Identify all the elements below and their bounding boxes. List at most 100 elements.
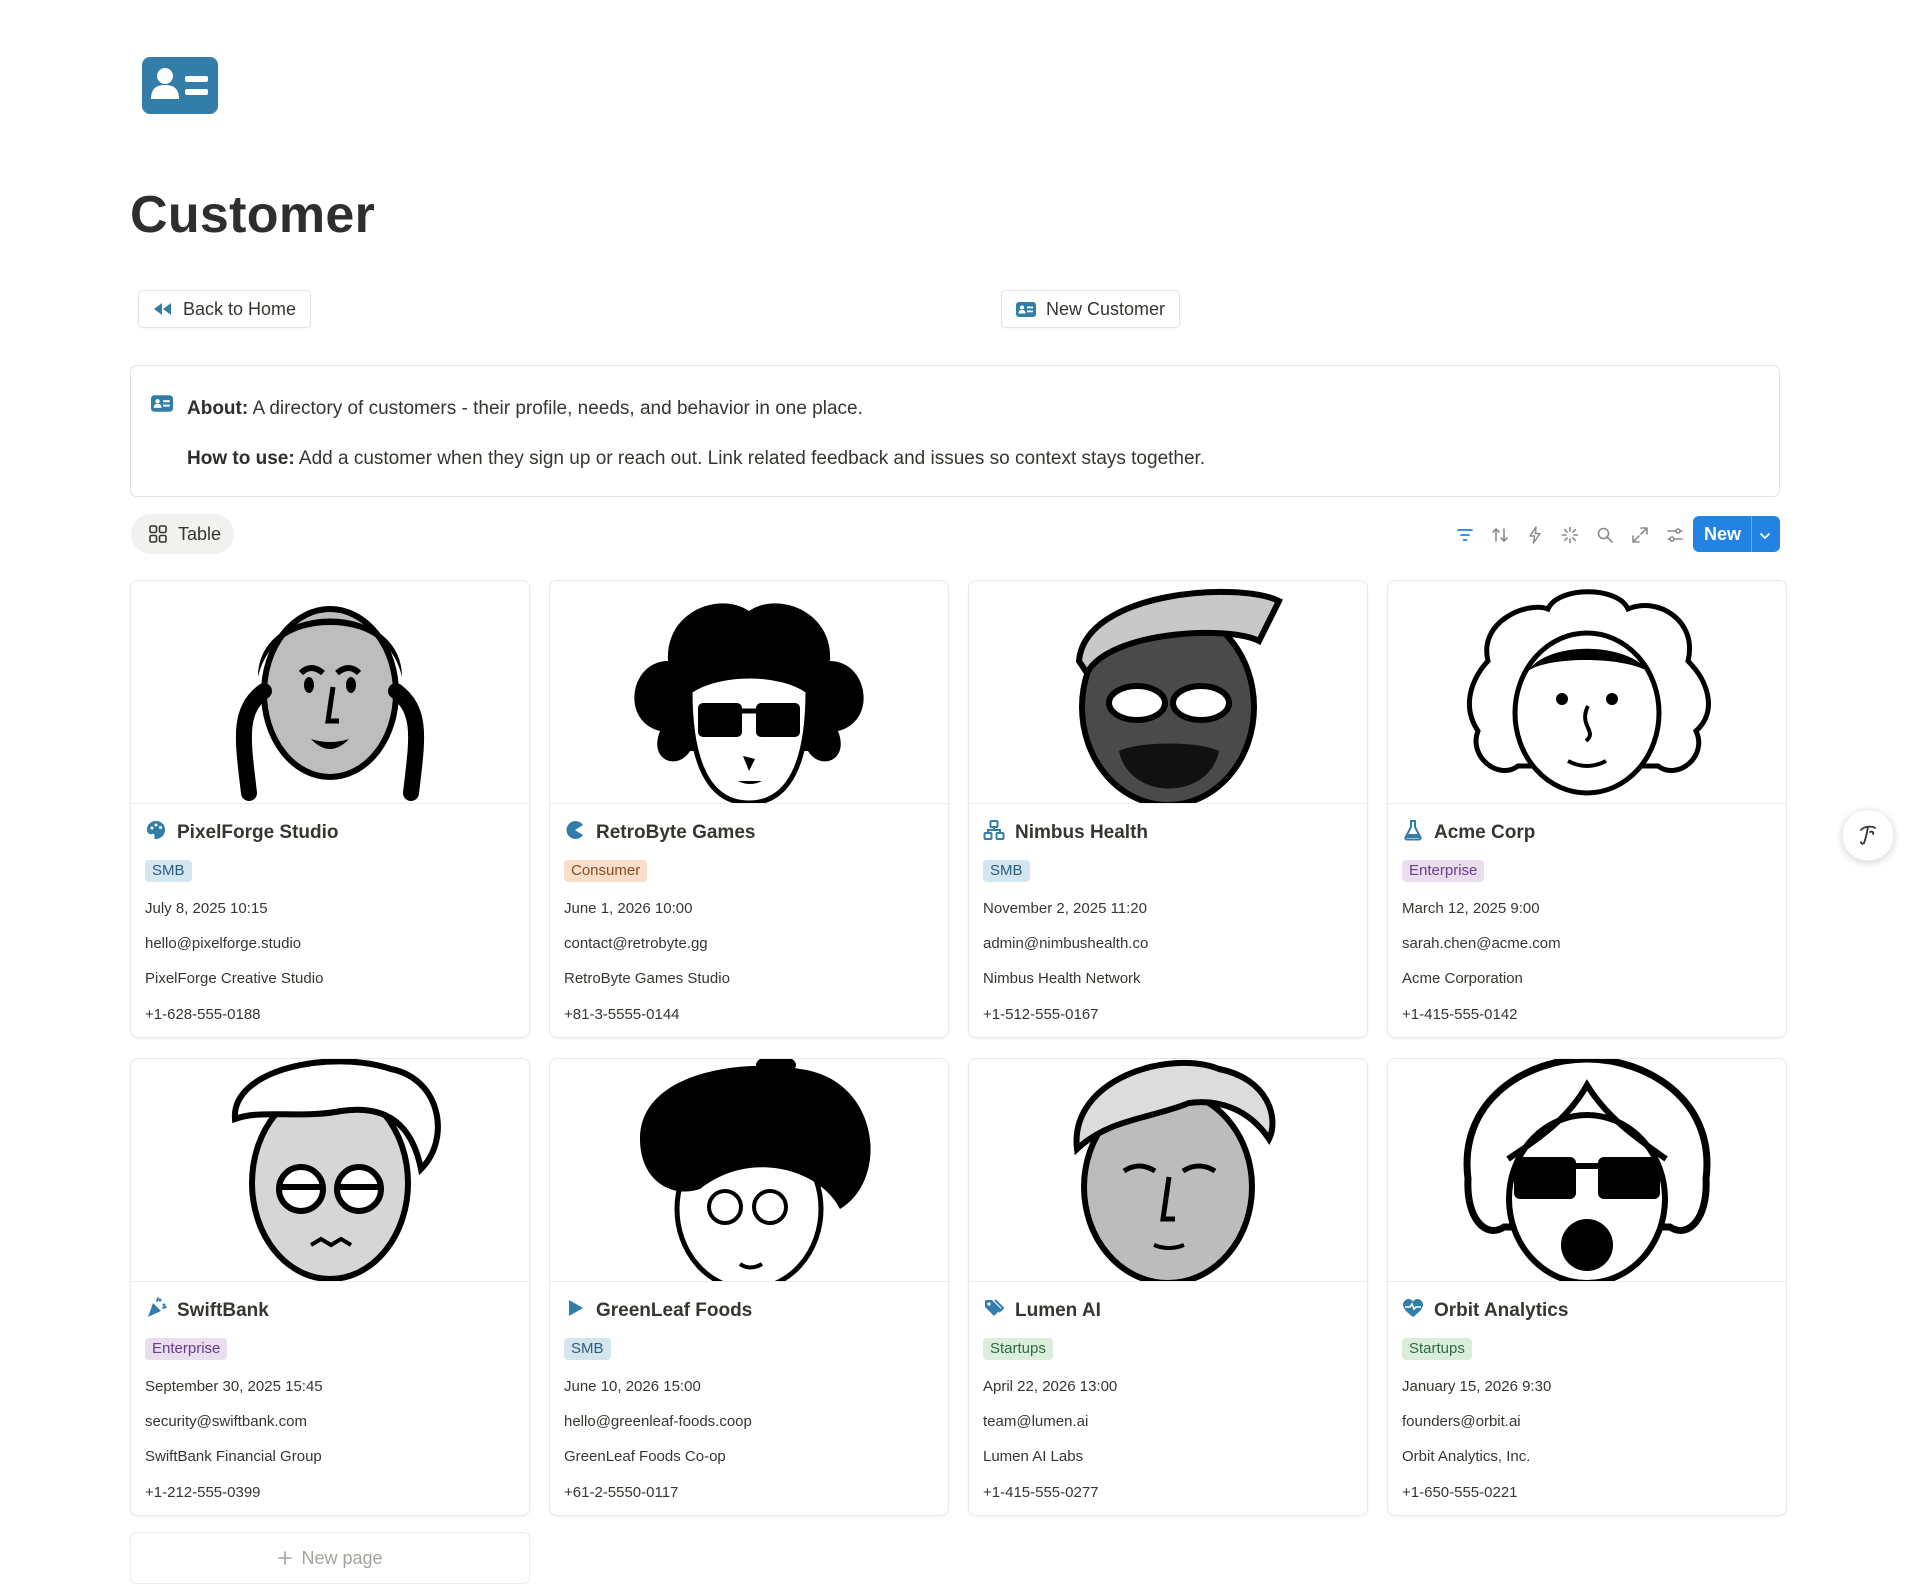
- contact-card-icon: [151, 68, 208, 99]
- party-popper-icon: [145, 1297, 167, 1324]
- about-label: About:: [187, 398, 249, 419]
- network-icon: [983, 819, 1005, 846]
- new-customer-button[interactable]: New Customer: [1001, 290, 1181, 328]
- avatar-illustration: [1466, 589, 1711, 796]
- card-cover-illustration: [131, 1059, 529, 1282]
- settings-icon[interactable]: [1664, 524, 1686, 546]
- ai-assistant-button[interactable]: [1842, 809, 1894, 861]
- back-to-home-label: Back to Home: [183, 298, 297, 319]
- segment-tag: SMB: [983, 860, 1030, 882]
- automation-icon[interactable]: [1524, 524, 1546, 546]
- customer-card[interactable]: Acme Corp Enterprise March 12, 2025 9:00…: [1387, 580, 1787, 1038]
- card-date: September 30, 2025 15:45: [145, 1378, 323, 1395]
- card-email: sarah.chen@acme.com: [1402, 935, 1561, 952]
- customer-card[interactable]: Orbit Analytics Startups January 15, 202…: [1387, 1058, 1787, 1516]
- customer-card[interactable]: SwiftBank Enterprise September 30, 2025 …: [130, 1058, 530, 1516]
- card-company: Orbit Analytics, Inc.: [1402, 1448, 1531, 1465]
- card-title-row: Nimbus Health: [983, 819, 1148, 846]
- card-company: GreenLeaf Foods Co-op: [564, 1448, 726, 1465]
- about-line: About: A directory of customers - their …: [187, 398, 863, 420]
- new-page-button[interactable]: New page: [130, 1532, 530, 1584]
- customer-card[interactable]: Nimbus Health SMB November 2, 2025 11:20…: [968, 580, 1368, 1038]
- card-cover-illustration: [969, 581, 1367, 804]
- avatar-illustration: [1073, 1059, 1276, 1281]
- segment-tag: Startups: [1402, 1338, 1472, 1360]
- segment-tag: SMB: [145, 860, 192, 882]
- pacman-icon: [564, 819, 586, 846]
- card-company: PixelForge Creative Studio: [145, 970, 324, 987]
- how-to-use-line: How to use: Add a customer when they sig…: [187, 448, 1205, 470]
- card-date: November 2, 2025 11:20: [983, 900, 1147, 917]
- card-email: admin@nimbushealth.co: [983, 935, 1149, 952]
- card-phone: +1-628-555-0188: [145, 1006, 261, 1023]
- search-icon[interactable]: [1594, 524, 1616, 546]
- customer-card[interactable]: RetroByte Games Consumer June 1, 2026 10…: [549, 580, 949, 1038]
- avatar-illustration: [235, 606, 425, 801]
- card-name: RetroByte Games: [596, 821, 756, 843]
- card-email: founders@orbit.ai: [1402, 1413, 1521, 1430]
- card-phone: +1-212-555-0399: [145, 1484, 261, 1501]
- card-email: hello@greenleaf-foods.coop: [564, 1413, 752, 1430]
- new-customer-label: New Customer: [1046, 298, 1166, 319]
- chevron-down-icon[interactable]: [1758, 527, 1772, 548]
- card-company: Lumen AI Labs: [983, 1448, 1084, 1465]
- card-phone: +61-2-5550-0117: [564, 1484, 679, 1501]
- card-phone: +1-512-555-0167: [983, 1006, 1099, 1023]
- sort-icon[interactable]: [1489, 524, 1511, 546]
- play-icon: [564, 1297, 586, 1324]
- page-title: Customer: [130, 186, 376, 244]
- card-phone: +1-650-555-0221: [1402, 1484, 1518, 1501]
- grid-icon: [149, 525, 167, 543]
- sparkle-icon[interactable]: [1559, 524, 1581, 546]
- back-to-home-button[interactable]: Back to Home: [138, 290, 312, 328]
- plus-icon: [278, 1551, 293, 1565]
- customer-card[interactable]: Lumen AI Startups April 22, 2026 13:00 t…: [968, 1058, 1368, 1516]
- card-title-row: RetroByte Games: [564, 819, 755, 846]
- card-cover-illustration: [550, 1059, 948, 1282]
- tags-icon: [983, 1297, 1005, 1324]
- card-name: Acme Corp: [1434, 821, 1536, 843]
- expand-icon[interactable]: [1629, 524, 1651, 546]
- notion-ai-icon: [1860, 825, 1876, 845]
- about-callout: About: A directory of customers - their …: [130, 365, 1780, 497]
- card-title-row: GreenLeaf Foods: [564, 1297, 752, 1324]
- card-title-row: SwiftBank: [145, 1297, 269, 1324]
- card-date: April 22, 2026 13:00: [983, 1378, 1118, 1395]
- card-cover-illustration: [1388, 581, 1786, 804]
- about-text: A directory of customers - their profile…: [252, 398, 863, 419]
- card-title-row: Acme Corp: [1402, 819, 1535, 846]
- rewind-icon: [154, 303, 171, 315]
- card-cover-illustration: [969, 1059, 1367, 1282]
- card-company: RetroByte Games Studio: [564, 970, 730, 987]
- card-company: Acme Corporation: [1402, 970, 1523, 987]
- card-email: hello@pixelforge.studio: [145, 935, 302, 952]
- card-email: team@lumen.ai: [983, 1413, 1089, 1430]
- card-company: SwiftBank Financial Group: [145, 1448, 322, 1465]
- new-record-button[interactable]: New: [1693, 516, 1780, 552]
- heart-pulse-icon: [1402, 1297, 1424, 1324]
- view-tab-table[interactable]: Table: [131, 514, 234, 554]
- card-email: contact@retrobyte.gg: [564, 935, 708, 952]
- customer-card[interactable]: GreenLeaf Foods SMB June 10, 2026 15:00 …: [549, 1058, 949, 1516]
- palette-icon: [145, 819, 167, 846]
- card-name: SwiftBank: [177, 1299, 269, 1321]
- card-title-row: Lumen AI: [983, 1297, 1101, 1324]
- avatar-illustration: [231, 1059, 441, 1281]
- flask-icon: [1402, 819, 1424, 846]
- contact-card-icon: [151, 395, 173, 412]
- card-phone: +81-3-5555-0144: [564, 1006, 680, 1023]
- contact-card-icon: [1016, 301, 1036, 317]
- segment-tag: Consumer: [564, 860, 648, 882]
- card-cover-illustration: [1388, 1059, 1786, 1282]
- card-date: March 12, 2025 9:00: [1402, 900, 1540, 917]
- card-name: Lumen AI: [1015, 1299, 1101, 1321]
- filter-icon[interactable]: [1454, 524, 1476, 546]
- page-icon[interactable]: [142, 57, 218, 114]
- segment-tag: Enterprise: [1402, 860, 1485, 882]
- avatar-illustration: [1463, 1059, 1711, 1281]
- card-name: Nimbus Health: [1015, 821, 1149, 843]
- customer-card[interactable]: PixelForge Studio SMB July 8, 2025 10:15…: [130, 580, 530, 1038]
- new-page-label: New page: [301, 1547, 383, 1568]
- card-email: security@swiftbank.com: [145, 1413, 307, 1430]
- card-cover-illustration: [550, 581, 948, 804]
